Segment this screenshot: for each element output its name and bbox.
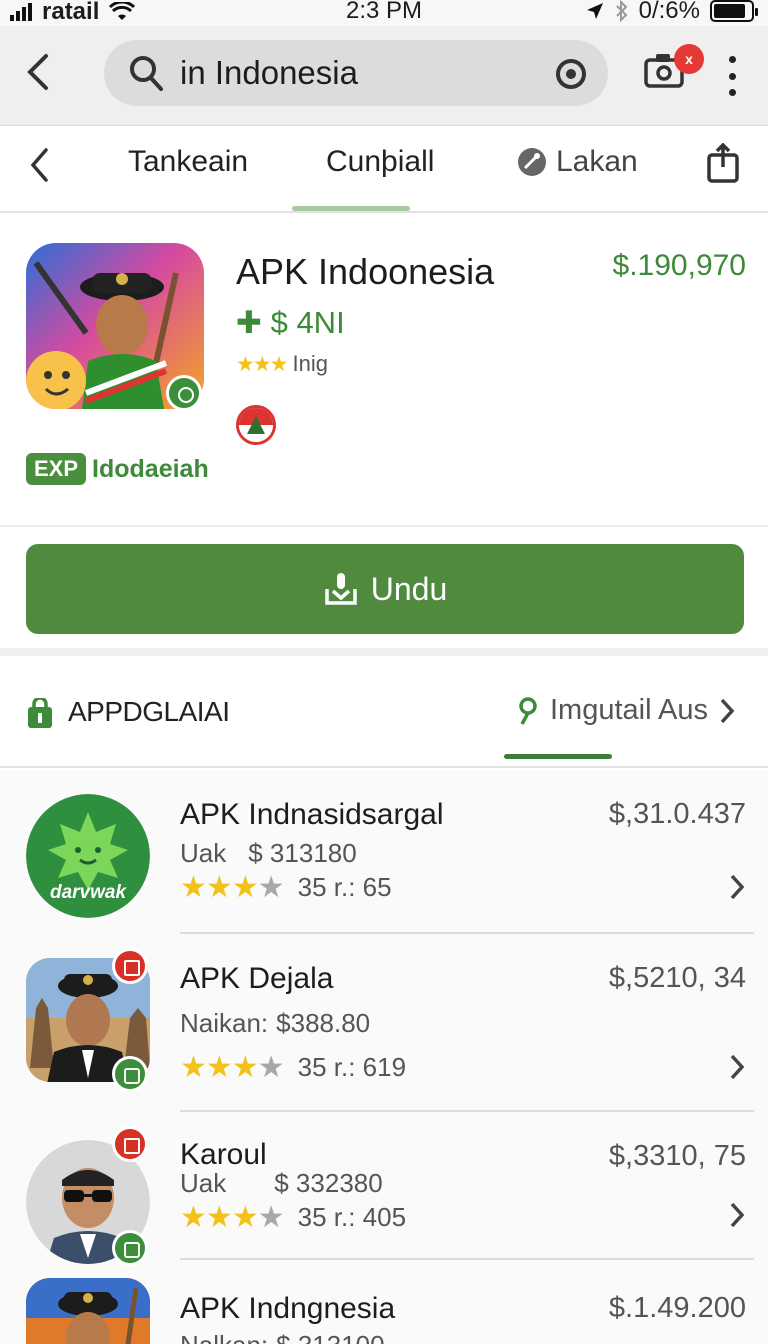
- list-item[interactable]: APK Indngnesia Nalkan: $ 313100 $.1.49.2…: [0, 1276, 768, 1344]
- featured-app-subtitle: ✚ $ 4NI: [236, 305, 345, 340]
- list-item[interactable]: darvwak APK Indnasidsargal Uak $ 313180 …: [0, 770, 768, 948]
- section-action[interactable]: Imgutail Aus: [516, 694, 736, 727]
- app-meta-right: $388.80: [276, 1008, 371, 1038]
- share-icon[interactable]: [706, 143, 740, 183]
- download-icon: [325, 573, 357, 605]
- app-name: APK Indnasidsargal: [180, 798, 444, 831]
- rating-stars-icon: ★★★★: [180, 1051, 285, 1084]
- app-rating: ★★★★ 35 r.: 405: [180, 1200, 406, 1235]
- bluetooth-icon: [615, 0, 628, 22]
- exp-label: Idodaeiah: [92, 454, 209, 483]
- app-name: Karoul: [180, 1138, 267, 1171]
- chevron-right-icon[interactable]: [728, 1200, 746, 1230]
- rating-count: 35 r.: 65: [297, 872, 392, 902]
- chevron-right-icon[interactable]: [728, 1052, 746, 1082]
- tab-lakan[interactable]: Lakan: [516, 145, 638, 179]
- lens-icon[interactable]: [554, 57, 588, 91]
- rating-stars-icon: ★★★★: [180, 1201, 285, 1234]
- app-meta-left: Uak: [180, 1168, 227, 1198]
- app-price: $,5210, 34: [608, 962, 746, 994]
- app-price: $.1.49.200: [608, 1292, 746, 1324]
- exp-tag: EXP: [26, 453, 87, 485]
- search-input[interactable]: [180, 50, 540, 96]
- section-indicator: [504, 754, 612, 759]
- app-rating: ★★★★ 35 r.: 65: [180, 870, 392, 905]
- app-meta-left: Nalkan:: [180, 1330, 268, 1344]
- download-section: Undu: [0, 528, 768, 656]
- rating-stars-icon: ★★★: [236, 352, 289, 376]
- chevron-right-icon[interactable]: [728, 872, 746, 902]
- verified-badge-icon: [112, 1056, 148, 1092]
- app-meta-right: $ 313180: [248, 838, 357, 868]
- featured-app-rating: ★★★ Inig: [236, 351, 328, 377]
- featured-app-title: APK Indoonesia: [236, 251, 495, 292]
- app-icon-text: darvwak: [50, 882, 127, 903]
- calendar-badge-icon: [112, 948, 148, 984]
- row-divider: [180, 1110, 754, 1112]
- top-app-bar: x: [0, 26, 768, 126]
- row-divider: [180, 1258, 754, 1260]
- list-item[interactable]: APK Dejala Naikan: $388.80 ★★★★ 35 r.: 6…: [0, 948, 768, 1126]
- status-bar: ratail 2:3 PM 0/:6%: [0, 0, 768, 26]
- status-right: 0/:6%: [585, 0, 758, 25]
- app-badge-icon: [112, 1230, 148, 1266]
- app-price: $,31.0.437: [608, 798, 746, 830]
- back-arrow-icon[interactable]: [22, 52, 52, 92]
- battery-percent: 0/:6%: [638, 0, 700, 24]
- app-list: darvwak APK Indnasidsargal Uak $ 313180 …: [0, 770, 768, 1344]
- tab-tankeain[interactable]: Tankeain: [128, 145, 248, 179]
- rating-count: 35 r.: 405: [297, 1202, 407, 1232]
- search-icon: [130, 56, 163, 91]
- section-action-label: Imgutail Aus: [550, 694, 708, 726]
- app-name: APK Indngnesia: [180, 1292, 396, 1325]
- download-button[interactable]: Undu: [26, 544, 744, 634]
- app-meta: Uak $ 313180: [180, 838, 357, 869]
- app-name: APK Dejala: [180, 962, 334, 995]
- rating-count: 35 r.: 619: [297, 1052, 407, 1082]
- location-arrow-icon: [586, 3, 603, 19]
- notification-badge[interactable]: x: [674, 44, 704, 74]
- location-pin-icon: [519, 696, 537, 725]
- app-icon-darvwak: darvwak: [26, 794, 150, 918]
- app-meta-right: $ 332380: [274, 1168, 383, 1198]
- chevron-right-icon: [720, 698, 735, 723]
- app-meta-right: $ 313100: [276, 1330, 384, 1344]
- section-header: APPDGLAIAI Imgutail Aus: [0, 664, 768, 768]
- section-title: APPDGLAIAI: [68, 696, 230, 727]
- featured-rating-label: Inig: [292, 351, 328, 376]
- tab-indicator: [292, 206, 410, 211]
- exp-label-row: EXP Idodaeiah: [26, 453, 209, 485]
- flag-emblem-icon: [236, 405, 276, 445]
- rating-stars-icon: ★★★★: [180, 871, 285, 904]
- tab-back-icon[interactable]: [28, 147, 50, 183]
- verified-badge-icon: [166, 375, 202, 411]
- tab-bar: Tankeain Cunþiall Lakan: [0, 127, 768, 213]
- app-rating: ★★★★ 35 r.: 619: [180, 1050, 406, 1085]
- search-bar[interactable]: [104, 40, 608, 106]
- featured-app-card[interactable]: APK Indoonesia $.190,970 ✚ $ 4NI ★★★ Ini…: [0, 215, 768, 527]
- app-meta: Naikan: $388.80: [180, 1008, 370, 1039]
- tab-lakan-label: Lakan: [556, 145, 638, 178]
- more-vert-icon[interactable]: [726, 56, 738, 96]
- shopping-bag-icon: [28, 698, 52, 728]
- battery-icon: [710, 0, 758, 22]
- calendar-badge-icon: [112, 1126, 148, 1162]
- app-meta-left: Naikan:: [180, 1008, 269, 1038]
- app-price: $,3310, 75: [608, 1140, 746, 1172]
- tab-cunbiall[interactable]: Cunþiall: [326, 145, 434, 179]
- app-meta: Uak $ 332380: [180, 1168, 383, 1199]
- app-meta: Nalkan: $ 313100: [180, 1330, 385, 1344]
- download-label: Undu: [370, 570, 448, 607]
- app-meta-left: Uak: [180, 838, 227, 868]
- app-icon-indngnesia: [26, 1278, 150, 1344]
- tag-icon: [518, 148, 546, 176]
- featured-app-price: $.190,970: [612, 249, 746, 282]
- row-divider: [180, 932, 754, 934]
